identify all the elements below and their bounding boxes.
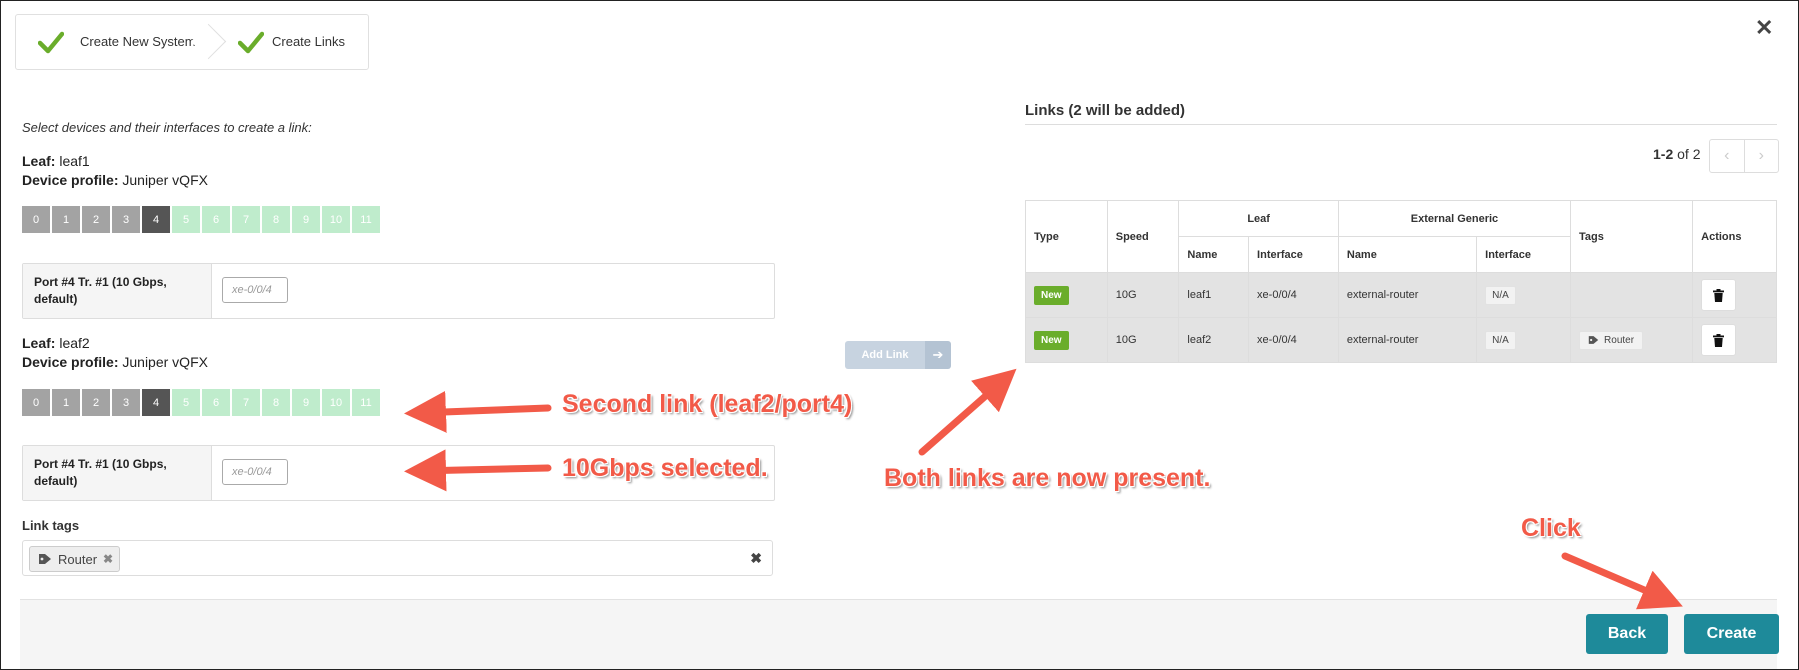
annotation-second-link: Second link (leaf2/port4) (562, 390, 853, 418)
annotation-both-links: Both links are now present. (884, 464, 1211, 492)
arrow-both-links (918, 368, 1017, 456)
arrow-speed (404, 449, 552, 492)
annotation-arrows (404, 368, 1683, 610)
arrow-click (1561, 552, 1683, 610)
arrow-second-link (404, 390, 552, 433)
annotation-click: Click (1521, 514, 1581, 542)
annotation-speed: 10Gbps selected. (562, 454, 768, 482)
